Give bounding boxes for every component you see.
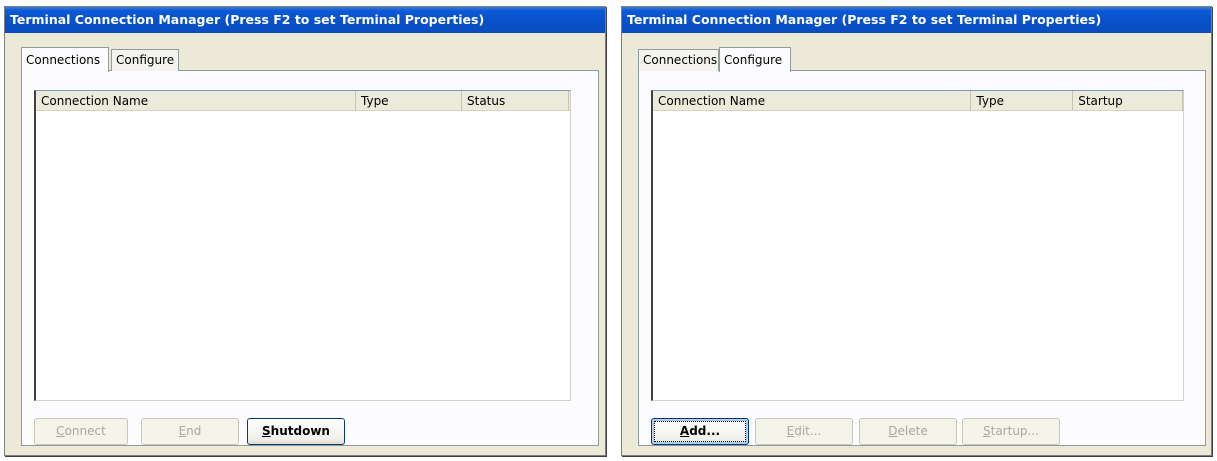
delete-button[interactable]: Delete xyxy=(859,418,957,445)
list-header: Connection Name Type Status xyxy=(36,91,570,111)
window-title-bar[interactable]: Terminal Connection Manager (Press F2 to… xyxy=(622,7,1211,33)
connections-tab-panel: Connection Name Type Status Connect End … xyxy=(21,70,599,446)
column-header-type[interactable]: Type xyxy=(971,91,1074,111)
column-header-type[interactable]: Type xyxy=(356,91,462,111)
connections-list[interactable]: Connection Name Type Status xyxy=(34,90,571,401)
configured-connections-list[interactable]: Connection Name Type Startup xyxy=(651,90,1184,401)
connect-label: onnect xyxy=(64,424,106,438)
add-label: dd... xyxy=(689,424,721,438)
edit-button[interactable]: Edit... xyxy=(755,418,853,445)
tab-configure[interactable]: Configure xyxy=(111,49,179,71)
shutdown-accelerator: S xyxy=(262,424,271,438)
connect-button[interactable]: Connect xyxy=(34,418,128,445)
delete-accelerator: D xyxy=(888,424,898,438)
end-button[interactable]: End xyxy=(141,418,239,445)
startup-label: tartup... xyxy=(990,424,1039,438)
end-label: nd xyxy=(186,424,202,438)
list-header: Connection Name Type Startup xyxy=(653,91,1183,111)
shutdown-button[interactable]: Shutdown xyxy=(247,418,345,445)
startup-accelerator: S xyxy=(983,424,991,438)
add-accelerator: A xyxy=(679,424,690,438)
connect-accelerator: C xyxy=(56,424,65,438)
tab-connections[interactable]: Connections xyxy=(638,49,719,71)
column-header-startup[interactable]: Startup xyxy=(1073,91,1183,111)
add-button[interactable]: Add... xyxy=(651,418,749,445)
connection-manager-window-connections: Terminal Connection Manager (Press F2 to… xyxy=(4,6,606,456)
window-title-bar[interactable]: Terminal Connection Manager (Press F2 to… xyxy=(5,7,605,33)
startup-button[interactable]: Startup... xyxy=(962,418,1060,445)
tab-configure[interactable]: Configure xyxy=(719,47,791,72)
edit-label: dit... xyxy=(794,424,822,438)
shutdown-label: hutdown xyxy=(270,424,330,438)
column-header-connection-name[interactable]: Connection Name xyxy=(36,91,356,111)
tab-connections[interactable]: Connections xyxy=(21,47,109,72)
delete-label: elete xyxy=(897,424,928,438)
column-header-connection-name[interactable]: Connection Name xyxy=(653,91,972,111)
configure-tab-panel: Connection Name Type Startup Add... Edit… xyxy=(638,70,1206,446)
column-header-status[interactable]: Status xyxy=(462,91,569,111)
connection-manager-window-configure: Terminal Connection Manager (Press F2 to… xyxy=(621,6,1212,456)
